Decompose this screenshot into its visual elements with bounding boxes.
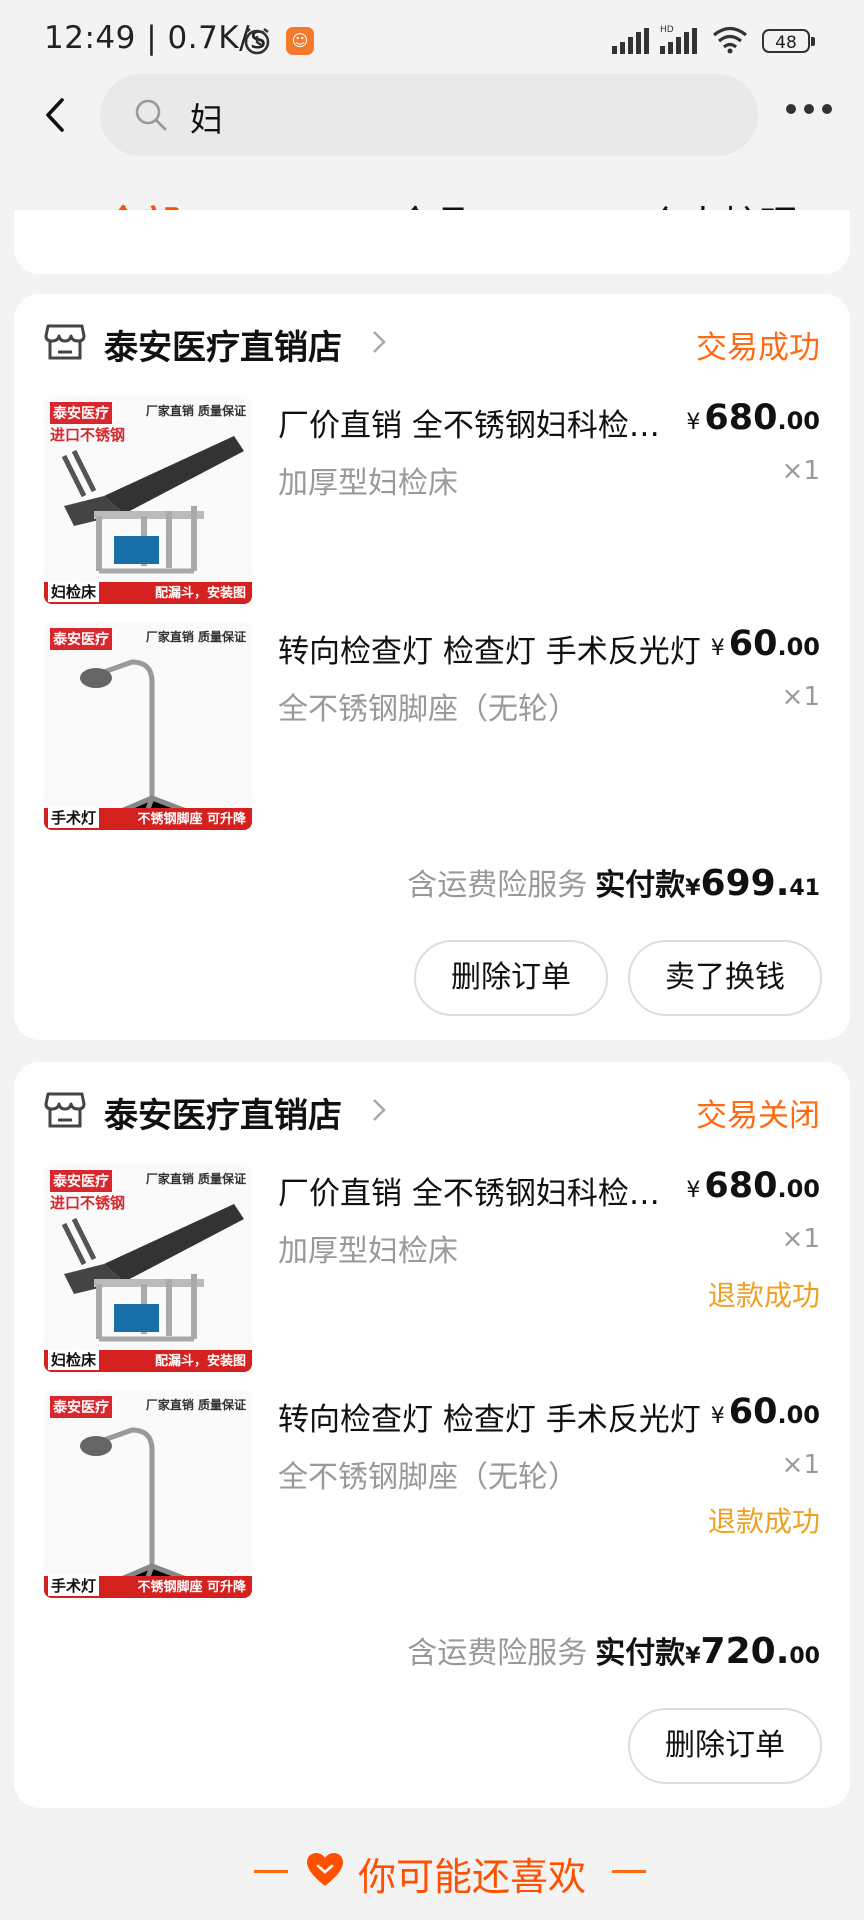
- product-thumbnail[interactable]: 泰安医疗 进口不锈钢 厂家直销 质量保证 妇检床 配漏斗，安装图: [44, 396, 252, 604]
- order-item[interactable]: 泰安医疗 厂家直销 质量保证 手术灯 不锈钢脚座 可升降 转向检查灯 检查灯 手…: [14, 622, 850, 832]
- hd-signal-icon: HD: [660, 25, 697, 54]
- product-thumbnail[interactable]: 泰安医疗 进口不锈钢 厂家直销 质量保证 妇检床 配漏斗，安装图: [44, 1164, 252, 1372]
- thumb-corner: 厂家直销 质量保证: [145, 1172, 246, 1186]
- insurance-note: 含运费险服务: [407, 1636, 588, 1671]
- search-query: 妇: [190, 100, 223, 139]
- product-quantity: ×1: [781, 1450, 820, 1480]
- thumb-corner: 厂家直销 质量保证: [145, 1398, 246, 1412]
- order-status: 交易成功: [696, 330, 820, 366]
- more-dot: [822, 104, 832, 114]
- refund-status: 退款成功: [707, 1505, 820, 1538]
- product-price: ¥60.00: [710, 1392, 820, 1432]
- product-sku: 加厚型妇检床: [278, 1234, 458, 1269]
- product-sku: 全不锈钢脚座（无轮）: [278, 692, 578, 727]
- search-icon: [135, 99, 167, 131]
- product-sku: 全不锈钢脚座（无轮）: [278, 1460, 578, 1495]
- product-quantity: ×1: [781, 682, 820, 712]
- thumb-sub: 进口不锈钢: [50, 426, 126, 444]
- order-item[interactable]: 泰安医疗 厂家直销 质量保证 手术灯 不锈钢脚座 可升降 转向检查灯 检查灯 手…: [14, 1390, 850, 1600]
- order-item[interactable]: 泰安医疗 进口不锈钢 厂家直销 质量保证 妇检床 配漏斗，安装图 厂价直销 全不…: [14, 396, 850, 606]
- refund-status: 退款成功: [707, 1279, 820, 1312]
- thumb-banner-text: 不锈钢脚座 可升降: [137, 1580, 246, 1595]
- recommend-title: 你可能还喜欢: [358, 1855, 587, 1899]
- insurance-note: 含运费险服务: [407, 868, 588, 903]
- order-card: 泰安医疗直销店 交易关闭 泰安医疗 进口不锈钢 厂家直销 质量保证 妇检床 配漏…: [14, 1062, 850, 1808]
- thumb-name: 手术灯: [48, 1575, 100, 1596]
- thumb-corner: 厂家直销 质量保证: [145, 404, 246, 418]
- alarm-icon: [244, 27, 270, 55]
- battery-icon: 48: [762, 29, 815, 53]
- more-button[interactable]: [786, 104, 836, 118]
- search-input[interactable]: 妇: [100, 74, 758, 156]
- product-price: ¥60.00: [710, 624, 820, 664]
- status-bar: 12:49 | 0.7K/s ☺ HD 48: [0, 0, 864, 84]
- chevron-right-icon[interactable]: [370, 328, 388, 356]
- order-total: 含运费险服务 实付款¥699.41: [407, 863, 820, 904]
- divider-left: [254, 1870, 288, 1873]
- product-price: ¥680.00: [686, 1166, 820, 1206]
- thumb-tag: 泰安医疗: [50, 402, 112, 424]
- thumb-sub: 进口不锈钢: [50, 1194, 126, 1212]
- exam-lamp-image: [80, 1427, 199, 1595]
- order-item[interactable]: 泰安医疗 进口不锈钢 厂家直销 质量保证 妇检床 配漏斗，安装图 厂价直销 全不…: [14, 1164, 850, 1374]
- status-time: 12:49 | 0.7K/s: [44, 20, 267, 56]
- heart-icon: [307, 1853, 343, 1886]
- back-button[interactable]: [36, 92, 76, 138]
- thumb-corner: 厂家直销 质量保证: [145, 630, 246, 644]
- shop-icon: [44, 324, 86, 360]
- thumb-banner-text: 配漏斗，安装图: [154, 586, 246, 601]
- delete-order-button[interactable]: 删除订单: [414, 940, 608, 1016]
- thumb-name: 妇检床: [48, 1349, 100, 1370]
- signal-icon: [612, 28, 649, 54]
- thumb-banner-text: 配漏斗，安装图: [154, 1354, 246, 1369]
- product-quantity: ×1: [781, 456, 820, 486]
- product-thumbnail[interactable]: 泰安医疗 厂家直销 质量保证 手术灯 不锈钢脚座 可升降: [44, 622, 252, 830]
- more-dot: [786, 104, 796, 114]
- shop-icon: [44, 1092, 86, 1128]
- product-sku: 加厚型妇检床: [278, 466, 458, 501]
- more-dot: [804, 104, 814, 114]
- shop-name[interactable]: 泰安医疗直销店: [104, 1088, 342, 1137]
- thumb-tag: 泰安医疗: [50, 628, 112, 650]
- thumb-name: 手术灯: [48, 807, 100, 828]
- product-title[interactable]: 转向检查灯 检查灯 手术反光灯: [278, 1394, 710, 1439]
- resell-button[interactable]: 卖了换钱: [628, 940, 822, 1016]
- thumb-name: 妇检床: [48, 581, 100, 602]
- svg-text:HD: HD: [660, 25, 674, 35]
- product-price: ¥680.00: [686, 398, 820, 438]
- thumb-tag: 泰安医疗: [50, 1170, 112, 1192]
- exam-lamp-image: [80, 659, 199, 827]
- order-status: 交易关闭: [696, 1098, 820, 1134]
- product-thumbnail[interactable]: 泰安医疗 厂家直销 质量保证 手术灯 不锈钢脚座 可升降: [44, 1390, 252, 1598]
- divider-right: [612, 1870, 646, 1873]
- product-title[interactable]: 转向检查灯 检查灯 手术反光灯: [278, 626, 710, 671]
- delete-order-button[interactable]: 删除订单: [628, 1708, 822, 1784]
- recommend-header: 你可能还喜欢: [0, 1840, 864, 1900]
- previous-order-card: [14, 210, 850, 274]
- product-title[interactable]: 厂价直销 全不锈钢妇科检查床: [278, 1168, 688, 1213]
- thumb-banner-text: 不锈钢脚座 可升降: [137, 812, 246, 827]
- product-quantity: ×1: [781, 1224, 820, 1254]
- wifi-icon: [712, 26, 748, 54]
- product-title[interactable]: 厂价直销 全不锈钢妇科检查床: [278, 400, 688, 445]
- app-notification-icon: ☺: [286, 27, 314, 55]
- order-total: 含运费险服务 实付款¥720.00: [407, 1631, 820, 1672]
- order-card: 泰安医疗直销店 交易成功 泰安医疗 进口不锈钢 厂家直销 质量保证 妇检床 配漏…: [14, 294, 850, 1040]
- thumb-tag: 泰安医疗: [50, 1396, 112, 1418]
- shop-name[interactable]: 泰安医疗直销店: [104, 320, 342, 369]
- chevron-right-icon[interactable]: [370, 1096, 388, 1124]
